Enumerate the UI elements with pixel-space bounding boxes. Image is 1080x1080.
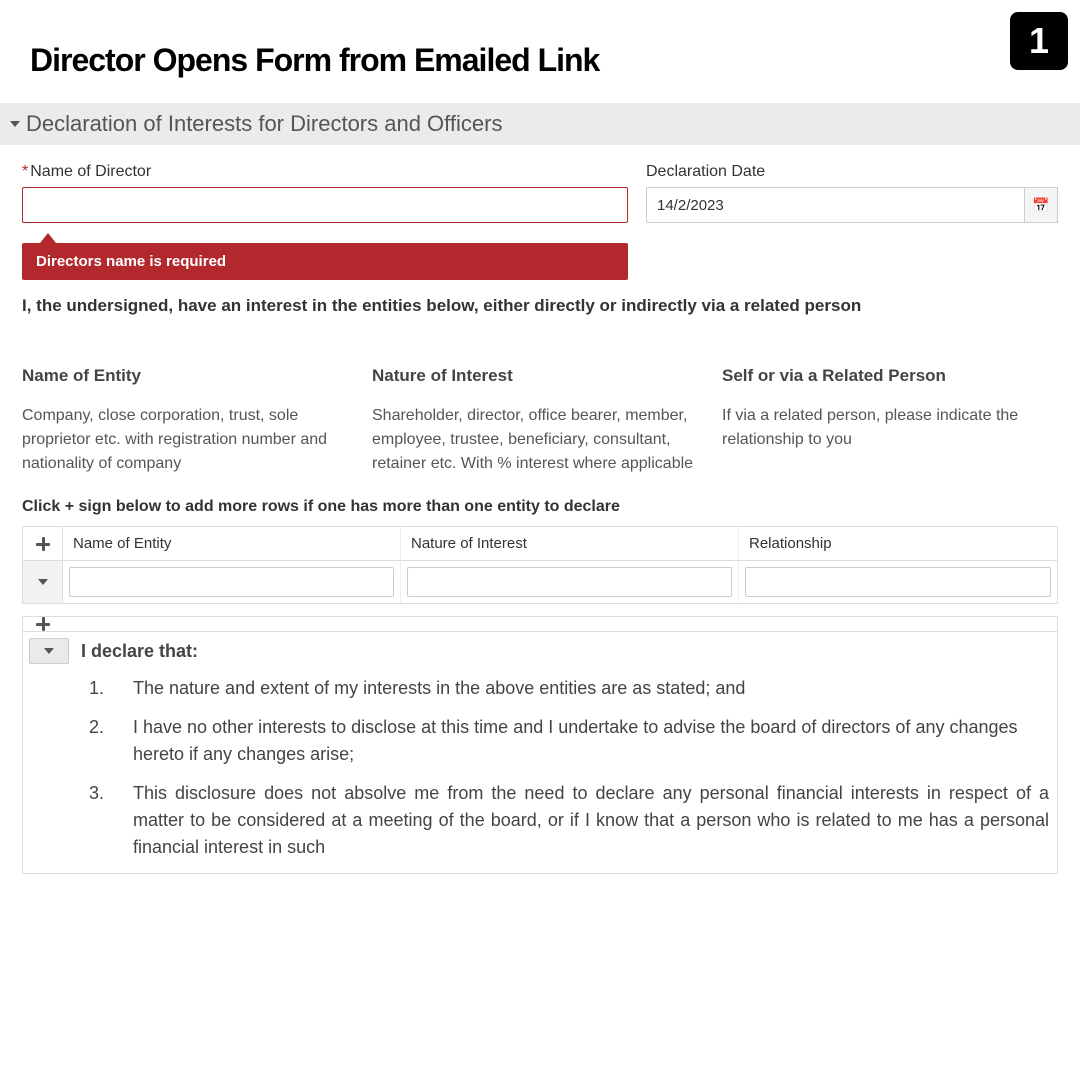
add-declaration-button[interactable] <box>23 617 63 631</box>
entity-input[interactable] <box>69 567 394 597</box>
entities-grid: Name of Entity Nature of Interest Relati… <box>22 526 1058 604</box>
step-badge: 1 <box>1010 12 1068 70</box>
declaration-row-menu[interactable] <box>29 638 69 664</box>
column-nature: Nature of Interest Shareholder, director… <box>372 366 708 476</box>
declaration-item: 1.The nature and extent of my interests … <box>81 675 1049 702</box>
caret-down-icon <box>10 121 20 127</box>
director-error-message: Directors name is required <box>22 243 628 280</box>
plus-icon <box>36 617 50 631</box>
director-name-input[interactable] <box>22 187 628 223</box>
page-title: Director Opens Form from Emailed Link <box>0 0 1080 103</box>
section-header[interactable]: Declaration of Interests for Directors a… <box>0 103 1080 145</box>
grid-header-entity: Name of Entity <box>63 527 401 560</box>
undersigned-statement: I, the undersigned, have an interest in … <box>22 296 1058 316</box>
add-rows-hint: Click + sign below to add more rows if o… <box>22 498 1058 516</box>
declaration-grid: I declare that: 1.The nature and extent … <box>22 616 1058 874</box>
declaration-item: 2.I have no other interests to disclose … <box>81 714 1049 768</box>
relationship-input[interactable] <box>745 567 1051 597</box>
declaration-date-input[interactable] <box>646 187 1025 223</box>
grid-row <box>23 561 1057 603</box>
row-menu-button[interactable] <box>23 561 63 603</box>
grid-header-relationship: Relationship <box>739 527 1057 560</box>
section-title: Declaration of Interests for Directors a… <box>26 111 502 137</box>
declaration-item: 3.This disclosure does not absolve me fr… <box>81 780 1049 861</box>
caret-down-icon <box>38 579 48 585</box>
grid-header-nature: Nature of Interest <box>401 527 739 560</box>
add-row-button[interactable] <box>23 527 63 560</box>
required-star-icon: * <box>22 163 28 180</box>
calendar-button[interactable]: 📅 <box>1025 187 1058 223</box>
nature-input[interactable] <box>407 567 732 597</box>
director-label: *Name of Director <box>22 163 628 181</box>
calendar-icon: 📅 <box>1032 197 1049 214</box>
error-pointer-icon <box>40 233 56 243</box>
plus-icon <box>36 537 50 551</box>
caret-down-icon <box>44 648 54 654</box>
declaration-title: I declare that: <box>81 638 1049 665</box>
column-relationship: Self or via a Related Person If via a re… <box>722 366 1058 476</box>
date-label: Declaration Date <box>646 163 1058 181</box>
column-entity: Name of Entity Company, close corporatio… <box>22 366 358 476</box>
